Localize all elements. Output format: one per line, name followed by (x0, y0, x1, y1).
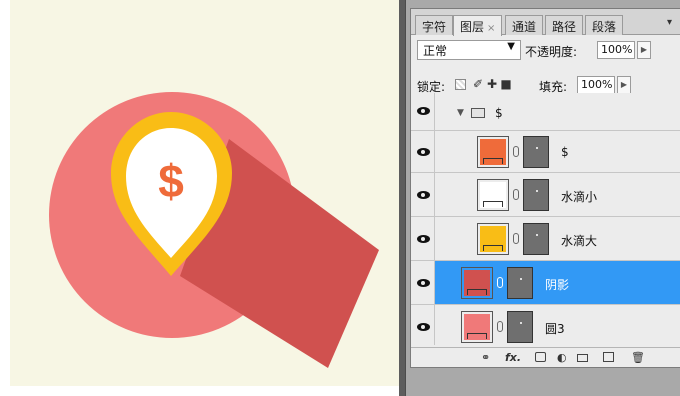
layers-panel: 字符 图层 × 通道 路径 段落 ▾ 正常 ▼ 不透明度: 100% ▶ 锁定: … (410, 8, 680, 368)
close-icon[interactable]: × (487, 23, 495, 34)
layer-name: 圆3 (545, 322, 565, 336)
vector-mask-thumbnail (507, 311, 533, 343)
visibility-toggle[interactable] (411, 217, 435, 260)
layer-thumbnail (461, 311, 493, 343)
thumbnail-mark (483, 245, 503, 251)
visibility-toggle[interactable] (411, 173, 435, 216)
thumbnail-mark (483, 201, 503, 207)
lock-position-icon[interactable]: ✚ (485, 77, 499, 91)
blend-mode-value: 正常 (423, 44, 448, 58)
layers-panel-dock: 字符 图层 × 通道 路径 段落 ▾ 正常 ▼ 不透明度: 100% ▶ 锁定: … (405, 0, 680, 396)
tab-label: 字符 (422, 20, 447, 34)
tab-paths[interactable]: 路径 (545, 15, 584, 35)
artwork: $ (49, 92, 379, 368)
folder-icon (471, 108, 485, 118)
blend-row: 正常 ▼ 不透明度: 100% ▶ (411, 36, 680, 64)
opacity-slider-button[interactable]: ▶ (637, 41, 651, 59)
layer-list: ▼ $ $ 水滴小 水滴大 阴影 圆3 (411, 93, 680, 345)
eye-icon[interactable] (417, 107, 430, 115)
layer-row[interactable]: $ (411, 131, 680, 173)
visibility-toggle[interactable] (411, 93, 435, 130)
tab-label: 路径 (552, 20, 577, 34)
tab-channels[interactable]: 通道 (505, 15, 544, 35)
visibility-toggle[interactable] (411, 131, 435, 172)
vector-mask-thumbnail (507, 267, 533, 299)
tab-character[interactable]: 字符 (415, 15, 454, 35)
chain-link-icon[interactable] (513, 189, 519, 200)
layer-thumbnail (477, 223, 509, 255)
eye-icon[interactable] (417, 323, 430, 331)
eye-icon[interactable] (417, 148, 430, 156)
layer-name: 水滴大 (561, 234, 598, 248)
tab-layers[interactable]: 图层 × (453, 15, 503, 36)
chain-link-icon[interactable] (513, 146, 519, 157)
visibility-toggle[interactable] (411, 305, 435, 345)
trash-icon[interactable]: 🗑 (631, 351, 645, 364)
layers-bottom-bar: ⚭ fx. ◐ 🗑 (411, 347, 680, 367)
new-group-folder-icon[interactable] (577, 354, 588, 362)
new-layer-icon[interactable] (603, 352, 614, 362)
layer-thumbnail (461, 267, 493, 299)
eye-icon[interactable] (417, 191, 430, 199)
vector-mask-thumbnail (523, 136, 549, 168)
tab-label: 通道 (512, 20, 537, 34)
tab-paragraph[interactable]: 段落 (585, 15, 624, 35)
layer-thumbnail (477, 136, 509, 168)
fx-icon[interactable]: fx. (505, 351, 521, 364)
opacity-field[interactable]: 100% (597, 41, 635, 59)
layer-row-selected[interactable]: 阴影 (411, 261, 680, 305)
vector-mask-thumbnail (523, 179, 549, 211)
document-canvas[interactable]: $ (10, 0, 399, 386)
layer-name: 水滴小 (561, 190, 598, 204)
lock-transparency-icon[interactable] (455, 79, 466, 90)
tab-label: 段落 (592, 20, 617, 34)
layer-row[interactable]: 水滴小 (411, 173, 680, 217)
chevron-down-icon: ▼ (507, 41, 515, 52)
layer-row-group[interactable]: ▼ $ (411, 93, 680, 131)
thumbnail-mark (467, 333, 487, 339)
lock-brush-icon[interactable]: ✐ (471, 77, 485, 91)
thumbnail-mark (483, 158, 503, 164)
mask-dot (536, 147, 538, 149)
layer-name: 阴影 (545, 278, 570, 292)
mask-dot (520, 322, 522, 324)
layer-name: $ (561, 145, 569, 159)
layer-thumbnail (477, 179, 509, 211)
chain-link-icon[interactable] (513, 233, 519, 244)
layer-row[interactable]: 水滴大 (411, 217, 680, 261)
link-layers-icon[interactable]: ⚭ (481, 351, 490, 364)
mask-dot (536, 190, 538, 192)
adjustment-layer-icon[interactable]: ◐ (557, 351, 567, 364)
mask-dot (520, 278, 522, 280)
mask-dot (536, 234, 538, 236)
fill-slider-button[interactable]: ▶ (617, 76, 631, 94)
panel-menu-icon[interactable]: ▾ (667, 17, 672, 28)
chain-link-icon[interactable] (497, 277, 503, 288)
opacity-label: 不透明度: (525, 45, 578, 59)
chain-link-icon[interactable] (497, 321, 503, 332)
fill-field[interactable]: 100% (577, 76, 615, 94)
canvas-bottom-gutter (10, 386, 399, 396)
vector-mask-thumbnail (523, 223, 549, 255)
layer-row[interactable]: 圆3 (411, 305, 680, 345)
expand-arrow-icon[interactable]: ▼ (457, 108, 464, 118)
visibility-toggle[interactable] (411, 261, 435, 304)
panel-tabs: 字符 图层 × 通道 路径 段落 ▾ (411, 9, 680, 36)
layer-name: $ (495, 106, 503, 120)
add-mask-icon[interactable] (535, 352, 546, 362)
eye-icon[interactable] (417, 235, 430, 243)
dollar-symbol: $ (158, 155, 184, 207)
lock-all-icon[interactable]: ■ (499, 77, 513, 91)
tab-label: 图层 (460, 20, 485, 34)
blend-mode-select[interactable]: 正常 ▼ (417, 40, 521, 60)
eye-icon[interactable] (417, 279, 430, 287)
canvas-gutter (0, 0, 10, 396)
thumbnail-mark (467, 289, 487, 295)
